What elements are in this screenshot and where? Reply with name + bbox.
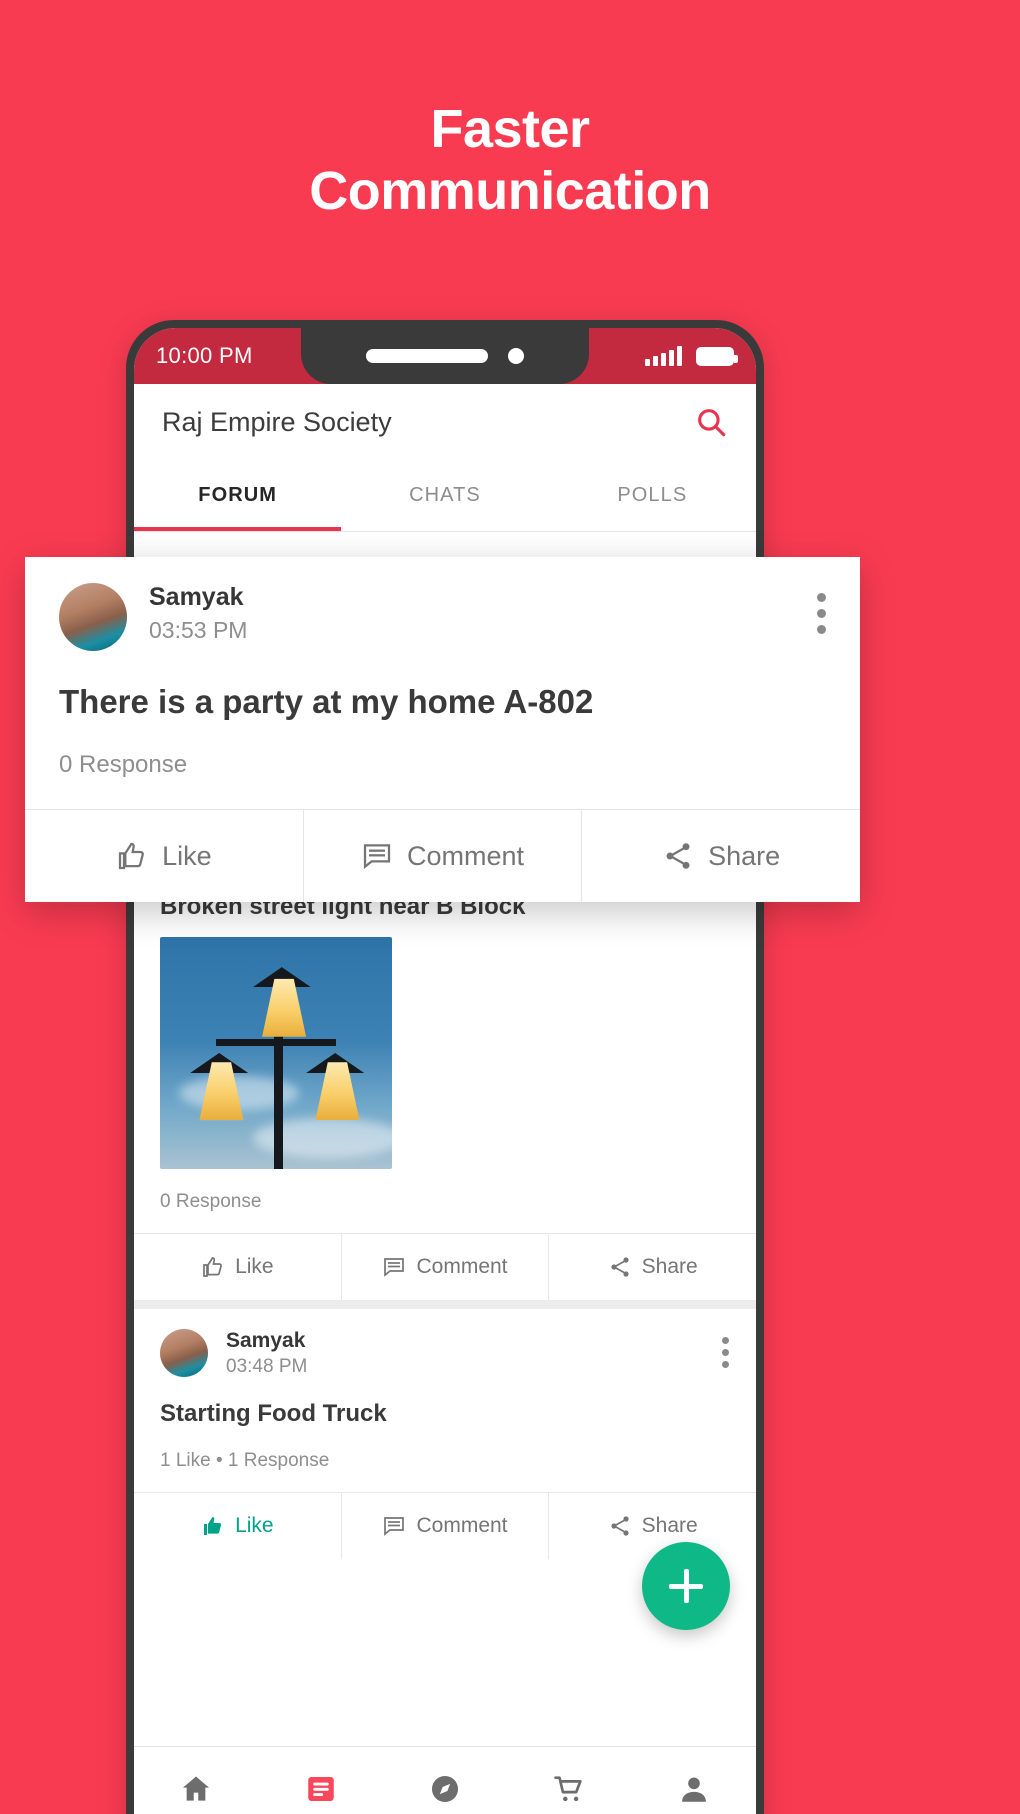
avatar xyxy=(160,1329,208,1377)
phone-screen: 10:00 PM Raj Empire Society FORUM CHATS … xyxy=(134,328,756,1814)
more-vertical-icon[interactable] xyxy=(722,1329,730,1368)
share-button[interactable]: Share xyxy=(581,810,860,902)
headline-line-1: Faster xyxy=(430,99,590,159)
share-icon xyxy=(611,1516,629,1536)
earpiece-speaker xyxy=(366,349,488,363)
comment-icon xyxy=(384,1258,405,1277)
nav-item-forum[interactable] xyxy=(258,1772,382,1806)
comment-button[interactable]: Comment xyxy=(302,810,582,902)
search-icon[interactable] xyxy=(694,405,728,439)
like-button[interactable]: Like xyxy=(134,1234,341,1300)
status-time: 10:00 PM xyxy=(156,343,253,368)
street-lamp-photo[interactable] xyxy=(160,937,392,1169)
bottom-navigation-bar xyxy=(134,1746,756,1814)
promo-headline: Faster Communication xyxy=(0,98,1020,222)
post-stats: 0 Response xyxy=(59,751,188,778)
nav-item-explore[interactable] xyxy=(383,1772,507,1806)
post-title: There is a party at my home A-802 xyxy=(59,683,594,720)
post-stats: 1 Like • 1 Response xyxy=(160,1450,330,1471)
post-actions: Like Comment Share xyxy=(25,809,860,902)
share-icon xyxy=(611,1257,629,1277)
status-indicators xyxy=(645,346,738,366)
share-label: Share xyxy=(708,840,781,871)
share-label: Share xyxy=(641,1255,698,1278)
like-label: Like xyxy=(235,1514,274,1537)
tab-polls[interactable]: POLLS xyxy=(549,460,756,531)
front-camera-icon xyxy=(508,348,524,364)
nav-item-account[interactable] xyxy=(632,1772,756,1806)
thumb-up-filled-icon xyxy=(204,1517,222,1535)
phone-mockup: 10:00 PM Raj Empire Society FORUM CHATS … xyxy=(126,320,764,1814)
home-icon xyxy=(183,1776,210,1801)
post-author: Samyak xyxy=(149,583,244,611)
thumb-up-outline-icon xyxy=(118,842,144,870)
post-author: Samyak xyxy=(226,1329,306,1352)
nav-item-cart[interactable] xyxy=(507,1772,631,1806)
comment-icon xyxy=(384,1517,405,1536)
account-person-icon xyxy=(681,1777,706,1802)
phone-notch xyxy=(301,328,589,384)
headline-line-2: Communication xyxy=(309,161,711,222)
signal-bars-icon xyxy=(645,346,682,366)
post-time: 03:48 PM xyxy=(226,1356,308,1377)
like-label: Like xyxy=(162,840,212,871)
tab-bar: FORUM CHATS POLLS xyxy=(134,460,756,532)
comment-button[interactable]: Comment xyxy=(340,1493,549,1559)
share-button[interactable]: Share xyxy=(548,1493,756,1559)
active-tab-indicator xyxy=(134,527,341,531)
more-vertical-icon[interactable] xyxy=(817,583,826,634)
nav-item-home[interactable] xyxy=(134,1772,258,1806)
highlighted-post-card[interactable]: Samyak 03:53 PM There is a party at my h… xyxy=(25,557,860,902)
comment-button[interactable]: Comment xyxy=(340,1234,549,1300)
share-button[interactable]: Share xyxy=(548,1234,756,1300)
forum-icon xyxy=(307,1776,334,1801)
app-bar: Raj Empire Society xyxy=(134,384,756,460)
like-button[interactable]: Like xyxy=(134,1493,341,1559)
post-header: Samyak 03:48 PM xyxy=(134,1309,756,1378)
list-item[interactable]: Samyak 03:48 PM Starting Food Truck 1 Li… xyxy=(134,1309,756,1559)
shopping-cart-icon xyxy=(554,1775,583,1801)
comment-label: Comment xyxy=(416,1514,508,1537)
comment-icon xyxy=(363,844,391,870)
post-actions: Like Comment Share xyxy=(134,1233,756,1300)
thumb-up-outline-icon xyxy=(203,1257,222,1277)
tab-forum[interactable]: FORUM xyxy=(134,460,341,531)
post-title: Starting Food Truck xyxy=(160,1400,387,1427)
comment-label: Comment xyxy=(416,1255,508,1278)
like-label: Like xyxy=(235,1255,274,1278)
avatar xyxy=(59,583,127,651)
share-label: Share xyxy=(641,1514,698,1537)
post-time: 03:53 PM xyxy=(149,617,248,643)
page-title: Raj Empire Society xyxy=(162,406,392,437)
tab-chats[interactable]: CHATS xyxy=(341,460,548,531)
explore-compass-icon xyxy=(431,1775,459,1802)
list-item[interactable]: Broken street light near B Block 0 Respo… xyxy=(134,871,756,1300)
post-header: Samyak 03:53 PM xyxy=(25,557,860,651)
comment-label: Comment xyxy=(406,840,525,871)
create-post-fab[interactable] xyxy=(642,1542,730,1630)
post-stats: 0 Response xyxy=(160,1191,262,1212)
status-bar: 10:00 PM xyxy=(134,328,756,384)
battery-full-icon xyxy=(696,346,738,366)
like-button[interactable]: Like xyxy=(25,810,303,902)
share-icon xyxy=(666,843,690,869)
